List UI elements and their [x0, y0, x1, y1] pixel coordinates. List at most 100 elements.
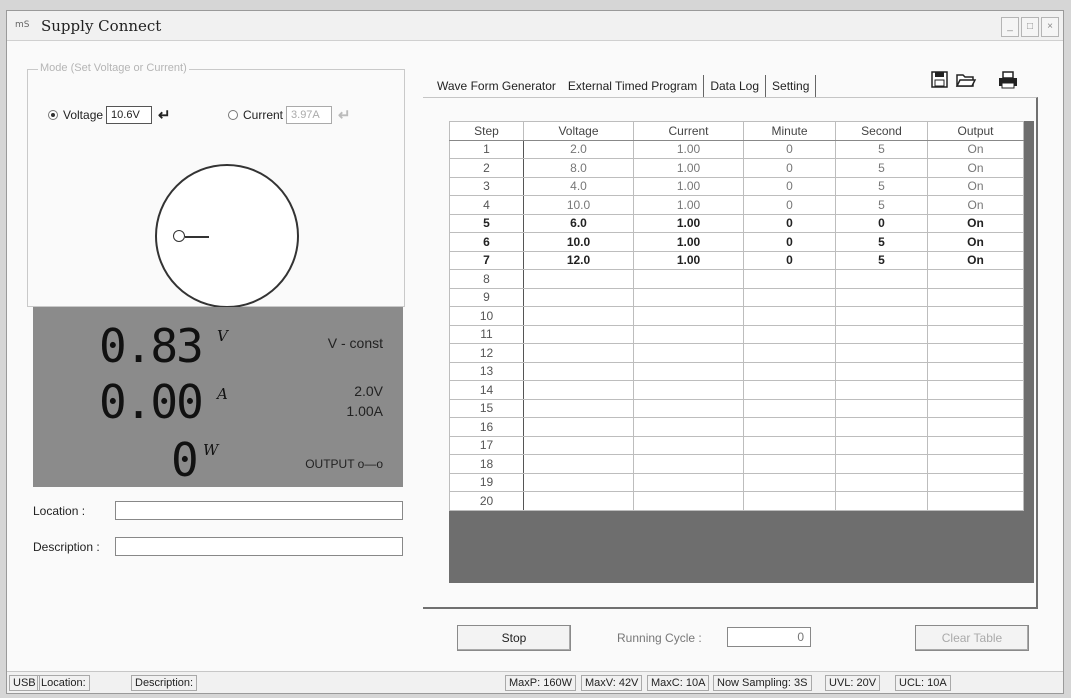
cell-current[interactable]	[633, 306, 744, 326]
adjust-knob[interactable]	[155, 164, 299, 308]
cell-second[interactable]: 5	[835, 176, 928, 196]
table-row[interactable]: 5 6.0 1.00 0 0 On	[449, 213, 1024, 233]
close-button[interactable]: ×	[1041, 17, 1059, 37]
cell-step[interactable]: 14	[449, 380, 524, 400]
cell-current[interactable]: 1.00	[633, 176, 744, 196]
cell-output[interactable]: On	[927, 195, 1024, 215]
cell-step[interactable]: 16	[449, 417, 524, 437]
voltage-enter-icon[interactable]: ↵	[158, 106, 171, 124]
cell-current[interactable]	[633, 361, 744, 381]
cell-minute[interactable]	[743, 269, 836, 289]
cell-output[interactable]	[927, 417, 1024, 437]
location-input[interactable]	[115, 501, 403, 520]
cell-step[interactable]: 11	[449, 324, 524, 344]
cell-second[interactable]	[835, 306, 928, 326]
column-header-minute[interactable]: Minute	[743, 121, 836, 141]
current-enter-icon[interactable]: ↵	[338, 106, 351, 124]
cell-voltage[interactable]	[523, 435, 634, 455]
cell-step[interactable]: 1	[449, 139, 524, 159]
cell-current[interactable]	[633, 343, 744, 363]
cell-step[interactable]: 7	[449, 250, 524, 270]
cell-current[interactable]	[633, 435, 744, 455]
cell-minute[interactable]	[743, 398, 836, 418]
table-row[interactable]: 19	[449, 472, 1024, 492]
table-row[interactable]: 17	[449, 435, 1024, 455]
cell-output[interactable]	[927, 398, 1024, 418]
cell-second[interactable]	[835, 269, 928, 289]
column-header-output[interactable]: Output	[927, 121, 1024, 141]
cell-voltage[interactable]: 2.0	[523, 139, 634, 159]
table-row[interactable]: 10	[449, 306, 1024, 326]
cell-step[interactable]: 20	[449, 491, 524, 511]
cell-minute[interactable]	[743, 361, 836, 381]
cell-current[interactable]: 1.00	[633, 139, 744, 159]
cell-second[interactable]: 5	[835, 250, 928, 270]
current-radio-label[interactable]: Current	[243, 108, 283, 122]
maximize-button[interactable]: □	[1021, 17, 1039, 37]
cell-minute[interactable]	[743, 324, 836, 344]
cell-voltage[interactable]: 10.0	[523, 195, 634, 215]
cell-step[interactable]: 9	[449, 287, 524, 307]
cell-output[interactable]	[927, 380, 1024, 400]
cell-second[interactable]: 5	[835, 139, 928, 159]
cell-output[interactable]	[927, 343, 1024, 363]
voltage-setpoint-input[interactable]: 10.6V	[106, 106, 153, 124]
cell-current[interactable]	[633, 454, 744, 474]
table-row[interactable]: 16	[449, 417, 1024, 437]
cell-voltage[interactable]: 10.0	[523, 232, 634, 252]
cell-current[interactable]: 1.00	[633, 232, 744, 252]
cell-current[interactable]	[633, 417, 744, 437]
cell-voltage[interactable]	[523, 287, 634, 307]
cell-voltage[interactable]	[523, 343, 634, 363]
cell-voltage[interactable]: 12.0	[523, 250, 634, 270]
table-row[interactable]: 2 8.0 1.00 0 5 On	[449, 158, 1024, 178]
cell-step[interactable]: 19	[449, 472, 524, 492]
cell-second[interactable]	[835, 491, 928, 511]
column-header-step[interactable]: Step	[449, 121, 524, 141]
tab-data-log[interactable]: Data Log	[704, 75, 767, 97]
cell-voltage[interactable]	[523, 398, 634, 418]
cell-current[interactable]	[633, 380, 744, 400]
print-icon[interactable]	[997, 69, 1019, 91]
cell-minute[interactable]: 0	[743, 250, 836, 270]
cell-current[interactable]	[633, 287, 744, 307]
cell-voltage[interactable]	[523, 306, 634, 326]
cell-step[interactable]: 6	[449, 232, 524, 252]
cell-second[interactable]: 5	[835, 232, 928, 252]
table-row[interactable]: 12	[449, 343, 1024, 363]
cell-current[interactable]	[633, 398, 744, 418]
save-icon[interactable]	[929, 69, 951, 91]
cell-output[interactable]: On	[927, 139, 1024, 159]
cell-output[interactable]	[927, 287, 1024, 307]
cell-voltage[interactable]: 8.0	[523, 158, 634, 178]
cell-minute[interactable]: 0	[743, 213, 836, 233]
cell-output[interactable]: On	[927, 250, 1024, 270]
cell-step[interactable]: 2	[449, 158, 524, 178]
cell-output[interactable]	[927, 324, 1024, 344]
cell-second[interactable]	[835, 324, 928, 344]
cell-output[interactable]	[927, 361, 1024, 381]
cell-voltage[interactable]	[523, 472, 634, 492]
cell-output[interactable]	[927, 269, 1024, 289]
cell-second[interactable]	[835, 380, 928, 400]
cell-current[interactable]: 1.00	[633, 250, 744, 270]
cell-output[interactable]	[927, 306, 1024, 326]
table-row[interactable]: 14	[449, 380, 1024, 400]
cell-output[interactable]	[927, 435, 1024, 455]
open-folder-icon[interactable]	[955, 69, 977, 91]
table-row[interactable]: 4 10.0 1.00 0 5 On	[449, 195, 1024, 215]
cell-current[interactable]: 1.00	[633, 195, 744, 215]
cell-voltage[interactable]: 6.0	[523, 213, 634, 233]
cell-second[interactable]	[835, 343, 928, 363]
cell-second[interactable]	[835, 361, 928, 381]
cell-minute[interactable]: 0	[743, 176, 836, 196]
cell-output[interactable]: On	[927, 232, 1024, 252]
cell-output[interactable]: On	[927, 158, 1024, 178]
cell-current[interactable]	[633, 269, 744, 289]
cell-voltage[interactable]: 4.0	[523, 176, 634, 196]
stop-button[interactable]: Stop	[457, 625, 571, 651]
cell-second[interactable]	[835, 398, 928, 418]
column-header-second[interactable]: Second	[835, 121, 928, 141]
cell-step[interactable]: 10	[449, 306, 524, 326]
cell-second[interactable]	[835, 287, 928, 307]
